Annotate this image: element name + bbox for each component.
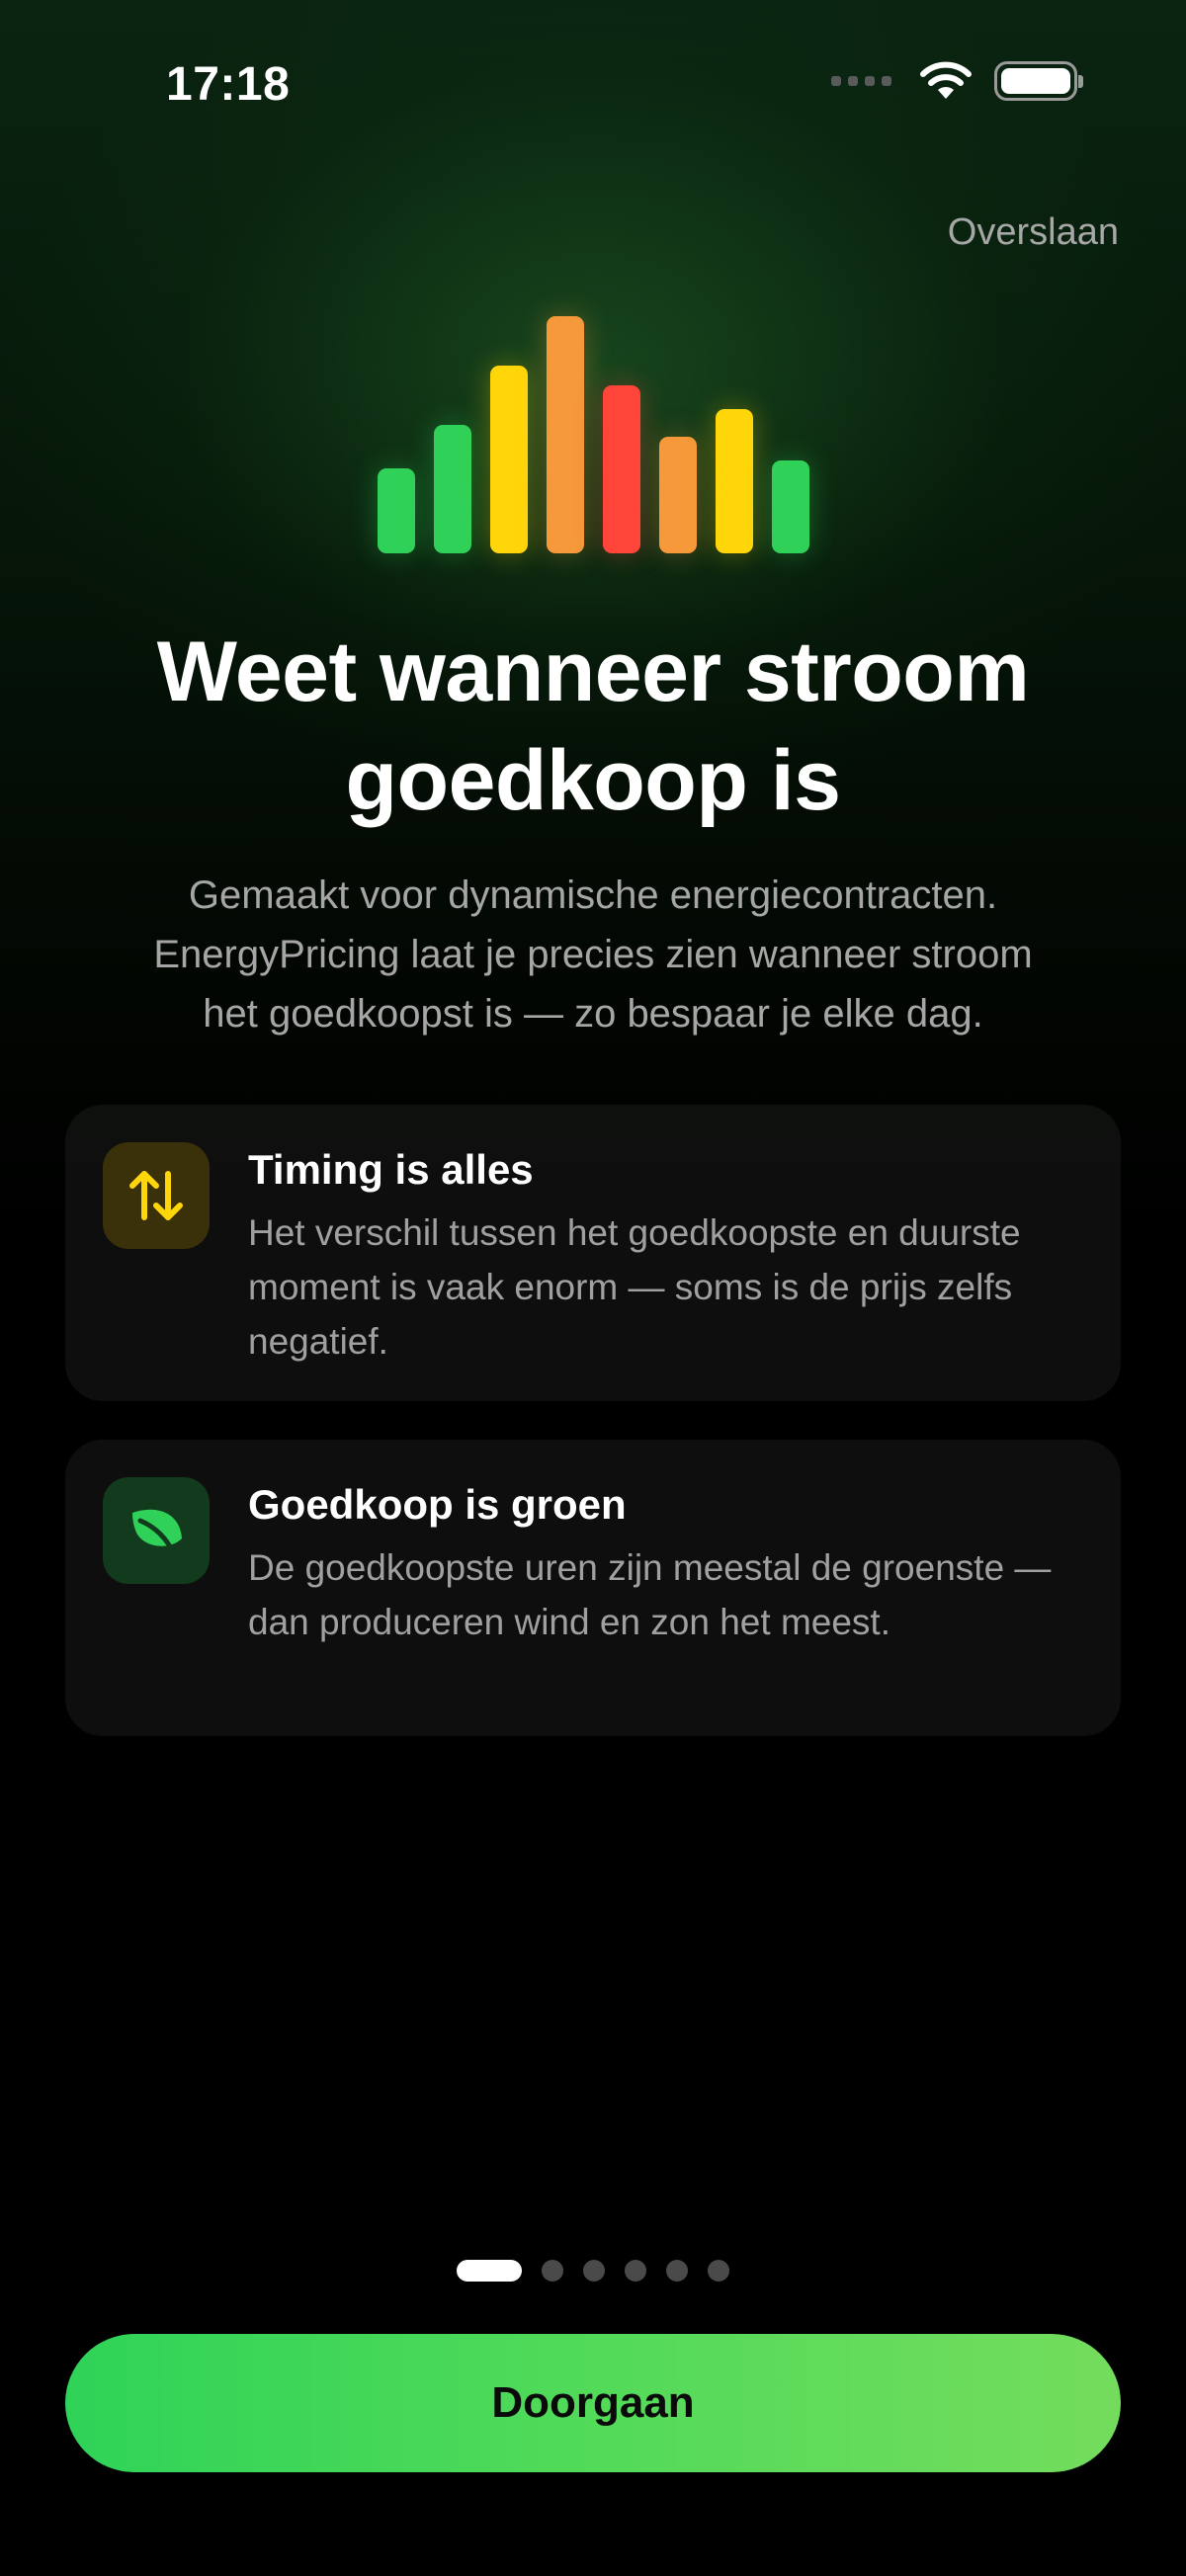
feature-card-timing: Timing is alles Het verschil tussen het … [65, 1105, 1121, 1401]
illustration-bar [433, 425, 471, 553]
card-title: Timing is alles [248, 1146, 534, 1193]
illustration-bar [715, 408, 753, 553]
page-subtitle: Gemaakt voor dynamische energiecontracte… [69, 866, 1117, 1043]
cellular-signal-icon [831, 76, 891, 86]
page-title: Weet wanneer stroom goedkoop is [0, 618, 1186, 835]
price-bars-icon [376, 306, 810, 553]
illustration-bar [602, 384, 640, 553]
card-text: Het verschil tussen het goedkoopste en d… [248, 1212, 1021, 1362]
onboarding-screen: 17:18 Overslaan Weet wanneer stroom goed… [0, 0, 1186, 2576]
card-icon-tile [103, 1142, 210, 1249]
subtitle-line: Gemaakt voor dynamische energiecontracte… [188, 873, 998, 917]
page-indicator [0, 2260, 1186, 2282]
subtitle-line: EnergyPricing laat je precies zien wanne… [153, 933, 1033, 976]
illustration-bar [546, 316, 584, 553]
card-icon-tile [103, 1477, 210, 1584]
battery-icon [994, 61, 1083, 101]
page-dot[interactable] [625, 2260, 646, 2282]
arrows-up-down-icon [129, 1171, 183, 1220]
status-time: 17:18 [166, 58, 291, 111]
card-text: De goedkoopste uren zijn meestal de groe… [248, 1547, 1052, 1642]
illustration-bar [771, 460, 809, 553]
card-title: Goedkoop is groen [248, 1481, 627, 1528]
title-line: goedkoop is [345, 733, 841, 828]
page-dot[interactable] [666, 2260, 688, 2282]
title-line: Weet wanneer stroom [156, 624, 1030, 719]
page-dot[interactable] [542, 2260, 563, 2282]
leaf-icon [132, 1509, 182, 1557]
page-dot[interactable] [457, 2260, 522, 2282]
illustration-bar [489, 366, 528, 553]
page-dot[interactable] [708, 2260, 729, 2282]
wifi-icon [920, 61, 972, 99]
continue-button[interactable]: Doorgaan [65, 2334, 1121, 2472]
feature-card-green: Goedkoop is groen De goedkoopste uren zi… [65, 1440, 1121, 1736]
page-dot[interactable] [583, 2260, 605, 2282]
skip-button[interactable]: Overslaan [948, 211, 1119, 254]
status-icons [831, 61, 1083, 101]
illustration-bar [658, 437, 697, 553]
illustration-bar [377, 467, 415, 553]
subtitle-line: het goedkoopst is — zo bespaar je elke d… [203, 992, 983, 1036]
